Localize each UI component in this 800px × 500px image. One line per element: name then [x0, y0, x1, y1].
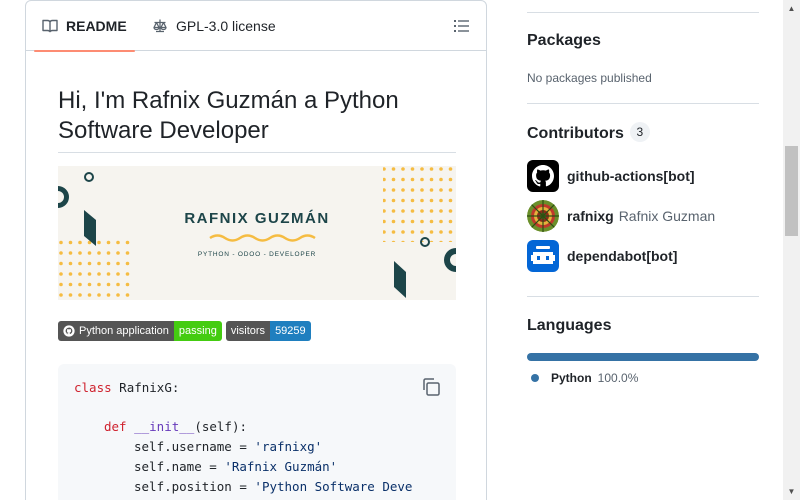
- contributor-login: dependabot[bot]: [567, 248, 678, 264]
- copy-icon: [423, 378, 440, 396]
- language-bar-python: [527, 353, 759, 361]
- book-icon: [42, 19, 58, 33]
- tab-readme-label: README: [66, 18, 127, 34]
- tab-license-label: GPL-3.0 license: [176, 18, 276, 34]
- contributor-login: github-actions[bot]: [567, 168, 695, 184]
- dependabot-avatar-icon: [527, 240, 559, 272]
- divider: [527, 296, 759, 297]
- packages-heading[interactable]: Packages: [527, 32, 601, 50]
- code-block[interactable]: class RafnixG: def __init__(self): self.…: [58, 364, 456, 500]
- avatar: [527, 160, 559, 192]
- code-line: self.position = 'Python Software Deve: [134, 479, 413, 494]
- readme-tab-bar: README GPL-3.0 license: [26, 1, 486, 52]
- tab-readme[interactable]: README: [34, 1, 135, 52]
- profile-banner-image: RAFNIX GUZMÁN PYTHON - ODOO - DEVELOPER: [58, 166, 456, 300]
- scroll-down-arrow-icon[interactable]: ▼: [783, 483, 800, 500]
- language-item-python[interactable]: Python 100.0%: [531, 371, 638, 385]
- copy-button[interactable]: [418, 374, 444, 400]
- badge-count: 59259: [270, 321, 311, 341]
- divider: [527, 12, 759, 13]
- language-color-dot: [531, 374, 539, 382]
- language-percent: 100.0%: [597, 371, 639, 385]
- badge-row: Python application passing visitors 5925…: [58, 321, 311, 341]
- contributor-full-name: Rafnix Guzman: [618, 208, 716, 224]
- code-line: self.username = 'rafnixg': [134, 439, 323, 454]
- badge-label: visitors: [225, 321, 271, 341]
- outline-button[interactable]: [452, 16, 472, 36]
- scroll-up-arrow-icon[interactable]: ▲: [783, 0, 800, 17]
- avatar: [527, 240, 559, 272]
- readme-card: README GPL-3.0 license Hi, I'm Rafnix Gu…: [25, 0, 487, 500]
- contributors-count: 3: [629, 122, 650, 142]
- avatar: [527, 200, 559, 232]
- readme-body: Hi, I'm Rafnix Guzmán a Python Software …: [58, 51, 456, 500]
- contributor-github-actions[interactable]: github-actions[bot]: [527, 160, 695, 192]
- contributors-heading[interactable]: Contributors 3: [527, 122, 650, 143]
- divider: [527, 103, 759, 104]
- rafnixg-avatar-image: [527, 200, 559, 232]
- scrollbar-thumb[interactable]: [785, 146, 798, 236]
- languages-heading: Languages: [527, 317, 612, 334]
- law-icon: [153, 19, 167, 33]
- code-line: class RafnixG:: [74, 380, 180, 395]
- badge-label: Python application: [79, 325, 169, 337]
- banner-name: RAFNIX GUZMÁN: [184, 210, 330, 227]
- packages-empty-text: No packages published: [527, 71, 652, 85]
- contributor-login: rafnixg: [567, 208, 614, 224]
- visitors-badge[interactable]: visitors 59259: [225, 321, 311, 341]
- banner-decorations: [58, 166, 456, 300]
- list-unordered-icon: [454, 20, 469, 32]
- code-line: self.name = 'Rafnix Guzmán': [134, 459, 338, 474]
- contributor-rafnixg[interactable]: rafnixg Rafnix Guzman: [527, 200, 715, 232]
- page-scrollbar[interactable]: ▲ ▼: [783, 0, 800, 500]
- python-application-badge[interactable]: Python application passing: [58, 321, 222, 341]
- readme-title: Hi, I'm Rafnix Guzmán a Python Software …: [58, 86, 456, 153]
- contributor-dependabot[interactable]: dependabot[bot]: [527, 240, 677, 272]
- badge-status: passing: [173, 321, 222, 341]
- github-actions-avatar-icon: [527, 160, 559, 192]
- language-name: Python: [551, 371, 592, 385]
- code-line: def __init__(self):: [104, 419, 248, 434]
- github-mark-icon: [63, 325, 75, 337]
- tab-license[interactable]: GPL-3.0 license: [144, 1, 284, 51]
- banner-subtitle: PYTHON - ODOO - DEVELOPER: [197, 251, 317, 258]
- contributors-label: Contributors: [527, 125, 624, 142]
